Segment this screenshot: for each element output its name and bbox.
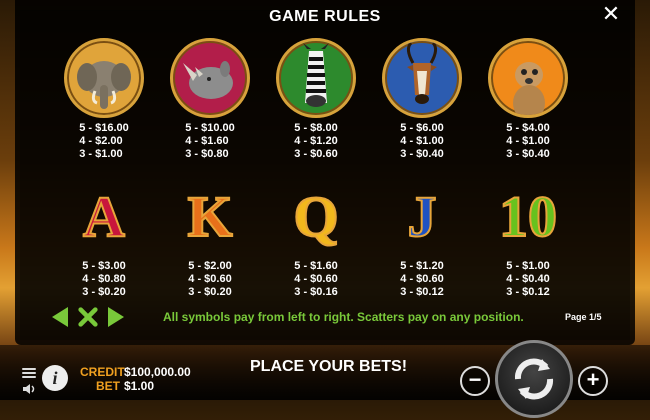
- minus-icon[interactable]: −: [460, 366, 490, 396]
- symbol-antelope: 5 - $6.00 4 - $1.00 3 - $0.40: [369, 38, 475, 161]
- zebra-icon: [276, 38, 356, 118]
- paytable-zebra: 5 - $8.00 4 - $1.20 3 - $0.60: [294, 122, 338, 160]
- balance-display: CREDIT$100,000.00 BET $1.00: [80, 365, 191, 393]
- plus-icon[interactable]: +: [578, 366, 608, 396]
- info-icon[interactable]: i: [42, 365, 68, 391]
- paytable-j: 5 - $1.20 4 - $0.60 3 - $0.12: [400, 260, 444, 298]
- credit-label: CREDIT: [80, 365, 125, 379]
- x-icon[interactable]: [77, 305, 99, 329]
- spin-icon[interactable]: [495, 340, 573, 418]
- antelope-icon: [382, 38, 462, 118]
- credit-value: $100,000.00: [124, 365, 191, 379]
- paytable-rhino: 5 - $10.00 4 - $1.60 3 - $0.80: [185, 122, 235, 160]
- close-icon[interactable]: ✕: [601, 3, 621, 25]
- paytable-k: 5 - $2.00 4 - $0.60 3 - $0.20: [188, 260, 232, 298]
- ace-symbol: A: [82, 183, 126, 250]
- arrow-left-icon[interactable]: [49, 305, 71, 329]
- paytable-q: 5 - $1.60 4 - $0.60 3 - $0.16: [294, 260, 338, 298]
- paytable-a: 5 - $3.00 4 - $0.80 3 - $0.20: [82, 260, 126, 298]
- sound-icon[interactable]: [22, 382, 36, 394]
- bet-value: $1.00: [124, 379, 155, 393]
- symbol-k: K 5 - $2.00 4 - $0.60 3 - $0.20: [157, 180, 263, 299]
- rules-info-text: All symbols pay from left to right. Scat…: [163, 310, 524, 324]
- symbol-meerkat: 5 - $4.00 4 - $1.00 3 - $0.40: [475, 38, 581, 161]
- status-message: PLACE YOUR BETS!: [250, 358, 408, 375]
- symbol-elephant: 5 - $16.00 4 - $2.00 3 - $1.00: [51, 38, 157, 161]
- arrow-right-icon[interactable]: [105, 305, 127, 329]
- bet-label: BET: [96, 379, 120, 393]
- symbol-q: Q 5 - $1.60 4 - $0.60 3 - $0.16: [263, 180, 369, 299]
- symbol-10: 10 5 - $1.00 4 - $0.40 3 - $0.12: [475, 180, 581, 299]
- jack-symbol: J: [407, 183, 438, 250]
- elephant-icon: [64, 38, 144, 118]
- paytable-antelope: 5 - $6.00 4 - $1.00 3 - $0.40: [400, 122, 444, 160]
- animal-symbols-row: 5 - $16.00 4 - $2.00 3 - $1.00 5 - $10.0…: [15, 38, 635, 161]
- paytable-10: 5 - $1.00 4 - $0.40 3 - $0.12: [506, 260, 550, 298]
- king-symbol: K: [186, 183, 233, 250]
- symbol-j: J 5 - $1.20 4 - $0.60 3 - $0.12: [369, 180, 475, 299]
- symbol-zebra: 5 - $8.00 4 - $1.20 3 - $0.60: [263, 38, 369, 161]
- paytable-meerkat: 5 - $4.00 4 - $1.00 3 - $0.40: [506, 122, 550, 160]
- rhino-icon: [170, 38, 250, 118]
- menu-icon[interactable]: [22, 366, 36, 378]
- page-navigation: [49, 305, 127, 329]
- page-indicator: Page 1/5: [565, 312, 602, 322]
- queen-symbol: Q: [292, 183, 339, 250]
- page-title: GAME RULES: [269, 8, 381, 25]
- ten-symbol: 10: [498, 183, 558, 250]
- symbol-rhino: 5 - $10.00 4 - $1.60 3 - $0.80: [157, 38, 263, 161]
- meerkat-icon: [488, 38, 568, 118]
- paytable-elephant: 5 - $16.00 4 - $2.00 3 - $1.00: [79, 122, 129, 160]
- card-symbols-row: A 5 - $3.00 4 - $0.80 3 - $0.20 K 5 - $2…: [15, 180, 635, 299]
- symbol-a: A 5 - $3.00 4 - $0.80 3 - $0.20: [51, 180, 157, 299]
- game-rules-panel: GAME RULES ✕ 5 - $16.00 4 - $2.00 3 - $1…: [15, 0, 635, 345]
